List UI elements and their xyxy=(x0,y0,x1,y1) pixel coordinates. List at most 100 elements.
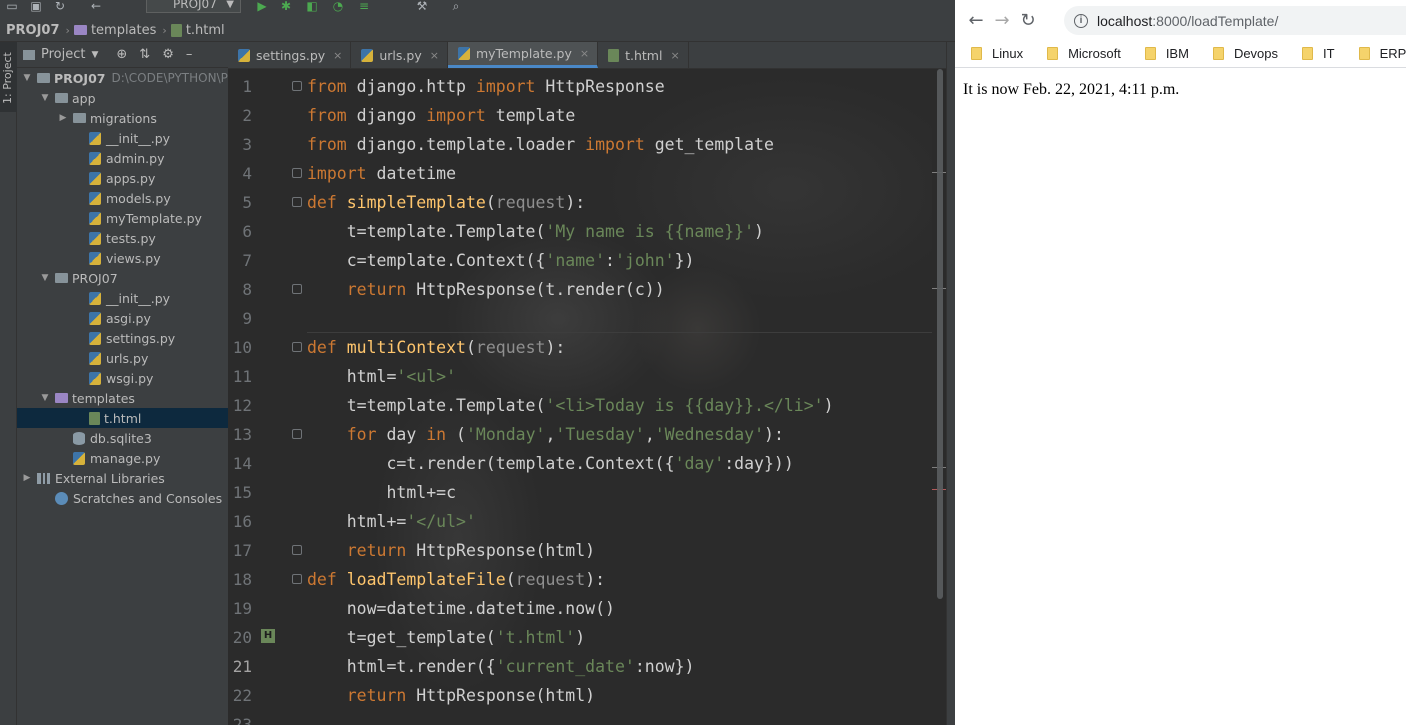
code-line[interactable]: for day in ('Monday','Tuesday','Wednesda… xyxy=(307,420,784,449)
code-line[interactable]: return HttpResponse(html) xyxy=(307,681,595,710)
editor-tab[interactable]: t.html × xyxy=(598,42,689,68)
fold-marker-icon[interactable] xyxy=(292,284,302,294)
coverage-icon[interactable]: ◧ xyxy=(304,0,320,12)
editor-tab[interactable]: urls.py × xyxy=(351,42,448,68)
close-icon[interactable]: × xyxy=(430,49,439,62)
code-line[interactable]: c=template.Context({'name':'john'}) xyxy=(307,246,695,275)
code-line[interactable]: t=template.Template('<li>Today is {{day}… xyxy=(307,391,834,420)
code-line[interactable]: from django import template xyxy=(307,101,575,130)
close-icon[interactable]: × xyxy=(333,49,342,62)
chevron-down-icon[interactable]: ▼ xyxy=(21,73,33,83)
tree-item[interactable]: models.py xyxy=(17,188,228,208)
folder-open-icon[interactable]: ▭ xyxy=(4,0,20,12)
sync-icon[interactable]: ↻ xyxy=(52,0,68,12)
address-bar[interactable]: i localhost:8000/loadTemplate/ xyxy=(1064,6,1406,35)
tree-item[interactable]: __init__.py xyxy=(17,288,228,308)
breadcrumb-item[interactable]: PROJ07 xyxy=(6,23,60,38)
tree-item[interactable]: myTemplate.py xyxy=(17,208,228,228)
code-line[interactable]: import datetime xyxy=(307,159,456,188)
bookmark-item[interactable]: IBM xyxy=(1144,46,1189,61)
bookmark-item[interactable]: ERP xyxy=(1358,46,1406,61)
code-line[interactable]: html+=c xyxy=(307,478,456,507)
tree-item[interactable]: Scratches and Consoles xyxy=(17,488,228,508)
wrench-icon[interactable]: ⚒ xyxy=(414,0,430,12)
back-arrow-icon[interactable]: ← xyxy=(963,10,989,31)
bookmark-item[interactable]: Linux xyxy=(971,46,1023,61)
fold-marker-icon[interactable] xyxy=(292,429,302,439)
tree-item[interactable]: wsgi.py xyxy=(17,368,228,388)
fold-marker-icon[interactable] xyxy=(292,168,302,178)
code-line[interactable]: c=t.render(template.Context({'day':day})… xyxy=(307,449,793,478)
bookmark-item[interactable]: Devops xyxy=(1212,46,1278,61)
chevron-down-icon[interactable]: ▼ xyxy=(39,393,51,403)
code-line[interactable]: html=t.render({'current_date':now}) xyxy=(307,652,695,681)
code-line[interactable]: from django.http import HttpResponse xyxy=(307,72,665,101)
bookmark-folder-icon xyxy=(1212,47,1224,60)
code-line[interactable]: def loadTemplateFile(request): xyxy=(307,565,605,594)
editor-scrollbar[interactable] xyxy=(937,69,943,599)
tree-item[interactable]: ▼ app xyxy=(17,88,228,108)
back-icon[interactable]: ← xyxy=(88,0,104,12)
close-icon[interactable]: × xyxy=(670,49,679,62)
code-line[interactable]: t=get_template('t.html') xyxy=(307,623,585,652)
chevron-down-icon[interactable]: ▼ xyxy=(39,93,51,103)
breadcrumb-item[interactable]: templates xyxy=(73,23,156,38)
chevron-right-icon[interactable]: ▶ xyxy=(21,473,33,483)
tree-item[interactable]: ▶ External Libraries xyxy=(17,468,228,488)
editor-tab[interactable]: myTemplate.py × xyxy=(447,42,599,68)
run-config-combo[interactable]: PROJ07 ▼ xyxy=(146,0,241,13)
code-editor[interactable]: 1 2 3 4 5 6 7 8 9 10 11 12 13 14 15 16 17 18 19 20 21 22 23 H f… xyxy=(228,69,946,725)
editor-tab[interactable]: settings.py × xyxy=(228,42,352,68)
fold-marker-icon[interactable] xyxy=(292,574,302,584)
debug-icon[interactable]: ✱ xyxy=(278,0,294,12)
project-panel-title[interactable]: Project xyxy=(41,47,85,62)
code-line[interactable]: def multiContext(request): xyxy=(307,333,565,362)
breadcrumb-item[interactable]: t.html xyxy=(170,23,225,38)
fold-marker-icon[interactable] xyxy=(292,197,302,207)
chevron-right-icon[interactable]: ▶ xyxy=(57,113,69,123)
tree-item[interactable]: ▼ templates xyxy=(17,388,228,408)
tree-item[interactable]: settings.py xyxy=(17,328,228,348)
code-line[interactable]: def simpleTemplate(request): xyxy=(307,188,585,217)
bookmark-item[interactable]: IT xyxy=(1302,46,1335,61)
concurrency-icon[interactable]: ≡ xyxy=(356,0,372,12)
fold-marker-icon[interactable] xyxy=(292,545,302,555)
tree-item[interactable]: asgi.py xyxy=(17,308,228,328)
close-icon[interactable]: × xyxy=(580,47,589,60)
tree-item[interactable]: ▼ PROJ07 D:\CODE\PYTHON\P xyxy=(17,68,228,88)
tree-item[interactable]: ▼ PROJ07 xyxy=(17,268,228,288)
fold-marker-icon[interactable] xyxy=(292,342,302,352)
tree-item[interactable]: tests.py xyxy=(17,228,228,248)
tree-item[interactable]: apps.py xyxy=(17,168,228,188)
tree-item[interactable]: urls.py xyxy=(17,348,228,368)
reload-icon[interactable]: ↻ xyxy=(1015,10,1041,31)
tree-item[interactable]: ▶ migrations xyxy=(17,108,228,128)
bookmark-item[interactable]: Microsoft xyxy=(1047,46,1121,61)
chevron-down-icon[interactable]: ▼ xyxy=(91,50,98,60)
code-line[interactable]: now=datetime.datetime.now() xyxy=(307,594,615,623)
run-icon[interactable]: ▶ xyxy=(254,0,270,12)
fold-marker-icon[interactable] xyxy=(292,81,302,91)
line-number: 2 xyxy=(242,106,252,125)
code-line[interactable]: return HttpResponse(html) xyxy=(307,536,595,565)
panel-tools-icons[interactable]: ⊕⇅⚙– xyxy=(116,47,204,62)
profile-icon[interactable]: ◔ xyxy=(330,0,346,12)
info-icon[interactable]: i xyxy=(1074,13,1088,28)
tree-item[interactable]: admin.py xyxy=(17,148,228,168)
template-gutter-icon[interactable]: H xyxy=(261,625,283,643)
code-line[interactable]: return HttpResponse(t.render(c)) xyxy=(307,275,665,304)
tree-item[interactable]: db.sqlite3 xyxy=(17,428,228,448)
chevron-down-icon[interactable]: ▼ xyxy=(39,273,51,283)
code-line[interactable]: html+='</ul>' xyxy=(307,507,476,536)
forward-arrow-icon[interactable]: → xyxy=(989,10,1015,31)
tree-item[interactable]: manage.py xyxy=(17,448,228,468)
tree-item[interactable]: __init__.py xyxy=(17,128,228,148)
tree-item[interactable]: views.py xyxy=(17,248,228,268)
save-icon[interactable]: ▣ xyxy=(28,0,44,12)
code-line[interactable]: t=template.Template('My name is {{name}}… xyxy=(307,217,764,246)
search-icon[interactable]: ⌕ xyxy=(448,0,464,12)
tree-item[interactable]: t.html xyxy=(17,408,228,428)
code-line[interactable]: html='<ul>' xyxy=(307,362,456,391)
project-tool-label[interactable]: 1: Project xyxy=(1,52,14,104)
code-line[interactable]: from django.template.loader import get_t… xyxy=(307,130,774,159)
